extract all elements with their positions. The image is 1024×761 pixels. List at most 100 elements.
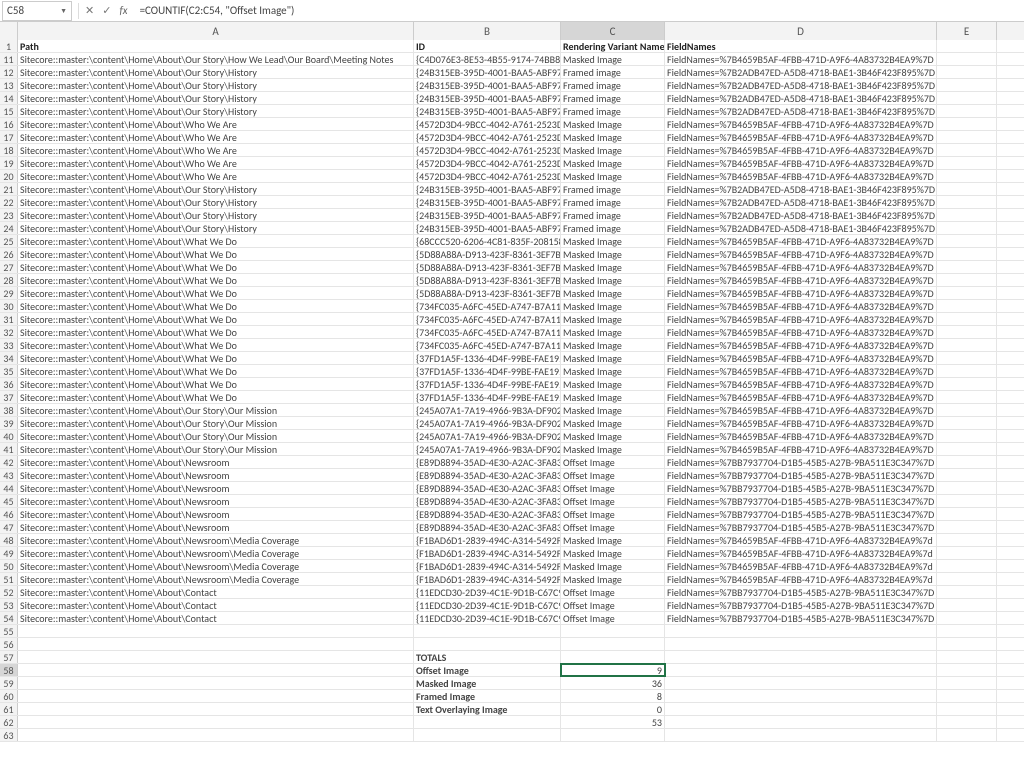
cell[interactable]: {24B315EB-395D-4001-BAA5-ABF97 <box>414 79 561 91</box>
cell[interactable]: Masked Image <box>561 378 665 390</box>
cell[interactable] <box>997 157 1024 169</box>
cell[interactable] <box>937 612 997 624</box>
cell[interactable] <box>937 157 997 169</box>
cell[interactable]: Sitecore::master:\content\Home\About\Who… <box>18 170 414 182</box>
cell[interactable]: FieldNames=%7B4659B5AF-4FBB-471D-A9F6-4A… <box>665 404 937 416</box>
cell[interactable] <box>997 677 1024 689</box>
cell[interactable]: FieldNames=%7B2ADB47ED-A5D8-4718-BAE1-3B… <box>665 92 937 104</box>
cell[interactable]: {245A07A1-7A19-4966-9B3A-DF902 <box>414 443 561 455</box>
cell[interactable]: FieldNames=%7B4659B5AF-4FBB-471D-A9F6-4A… <box>665 235 937 247</box>
cell[interactable] <box>937 235 997 247</box>
cell[interactable]: {68CCC520-6206-4C81-835F-208158 <box>414 235 561 247</box>
cell[interactable]: {E89D8894-35AD-4E30-A2AC-3FA83 <box>414 482 561 494</box>
row-number[interactable]: 20 <box>0 170 18 182</box>
cell[interactable]: Framed image <box>561 183 665 195</box>
cell[interactable]: 53 <box>561 716 665 728</box>
row-number[interactable]: 51 <box>0 573 18 585</box>
cell[interactable]: Sitecore::master:\content\Home\About\Wha… <box>18 235 414 247</box>
cell[interactable]: FieldNames=%7B4659B5AF-4FBB-471D-A9F6-4A… <box>665 352 937 364</box>
cell[interactable]: FieldNames=%7B4659B5AF-4FBB-471D-A9F6-4A… <box>665 144 937 156</box>
cell[interactable] <box>937 521 997 533</box>
cell[interactable] <box>997 508 1024 520</box>
cell[interactable]: Offset Image <box>561 482 665 494</box>
cell[interactable] <box>665 625 937 637</box>
cell[interactable] <box>937 352 997 364</box>
cell[interactable] <box>937 651 997 663</box>
cell[interactable]: {37FD1A5F-1336-4D4F-99BE-FAE19. <box>414 378 561 390</box>
cell[interactable] <box>937 703 997 715</box>
cell[interactable]: FieldNames=%7B4659B5AF-4FBB-471D-A9F6-4A… <box>665 274 937 286</box>
row-number[interactable]: 61 <box>0 703 18 715</box>
cell[interactable]: {24B315EB-395D-4001-BAA5-ABF97 <box>414 209 561 221</box>
cell[interactable] <box>997 547 1024 559</box>
cell[interactable] <box>997 287 1024 299</box>
cell[interactable]: Sitecore::master:\content\Home\About\Wha… <box>18 339 414 351</box>
cell[interactable]: {4572D3D4-9BCC-4042-A761-2523D <box>414 118 561 130</box>
cell[interactable] <box>997 196 1024 208</box>
cell[interactable]: FieldNames=%7B4659B5AF-4FBB-471D-A9F6-4A… <box>665 118 937 130</box>
cell[interactable]: Sitecore::master:\content\Home\About\New… <box>18 547 414 559</box>
row-number[interactable]: 30 <box>0 300 18 312</box>
cell[interactable]: FieldNames=%7B4659B5AF-4FBB-471D-A9F6-4A… <box>665 157 937 169</box>
cell[interactable]: Sitecore::master:\content\Home\About\New… <box>18 456 414 468</box>
row-number[interactable]: 18 <box>0 144 18 156</box>
cell[interactable]: FieldNames=%7B4659B5AF-4FBB-471D-A9F6-4A… <box>665 430 937 442</box>
cell[interactable] <box>937 313 997 325</box>
cell[interactable]: {F1BAD6D1-2839-494C-A314-5492F. <box>414 573 561 585</box>
cell[interactable] <box>414 716 561 728</box>
cell[interactable]: {E89D8894-35AD-4E30-A2AC-3FA83 <box>414 469 561 481</box>
cell[interactable] <box>414 729 561 741</box>
cell[interactable] <box>937 79 997 91</box>
cell[interactable] <box>997 482 1024 494</box>
cell[interactable]: Masked Image <box>561 157 665 169</box>
row-number[interactable]: 16 <box>0 118 18 130</box>
row-number[interactable]: 37 <box>0 391 18 403</box>
cell[interactable] <box>937 586 997 598</box>
col-header-B[interactable]: B <box>414 22 561 40</box>
cell[interactable]: FieldNames=%7B2ADB47ED-A5D8-4718-BAE1-3B… <box>665 183 937 195</box>
cell[interactable]: {734FC035-A6FC-45ED-A747-B7A11 <box>414 300 561 312</box>
cell[interactable]: {E89D8894-35AD-4E30-A2AC-3FA83 <box>414 456 561 468</box>
cell[interactable] <box>997 638 1024 650</box>
cell[interactable]: Sitecore::master:\content\Home\About\Wha… <box>18 378 414 390</box>
row-number[interactable]: 23 <box>0 209 18 221</box>
cell[interactable]: Masked Image <box>561 287 665 299</box>
row-number[interactable]: 59 <box>0 677 18 689</box>
col-header-A[interactable]: A <box>18 22 414 40</box>
cell[interactable] <box>937 53 997 65</box>
cell[interactable] <box>665 664 937 676</box>
cell[interactable]: FieldNames=%7BB7937704-D1B5-45B5-A27B-9B… <box>665 599 937 611</box>
cell[interactable]: FieldNames=%7B4659B5AF-4FBB-471D-A9F6-4A… <box>665 573 937 585</box>
cell[interactable] <box>937 716 997 728</box>
cell[interactable]: Masked Image <box>561 235 665 247</box>
col-header-F[interactable]: F <box>997 22 1024 40</box>
cell[interactable] <box>997 235 1024 247</box>
cell[interactable]: {5D88A88A-D913-423F-8361-3EF7BI <box>414 287 561 299</box>
cell[interactable]: {11EDCD30-2D39-4C1E-9D1B-C67C9 <box>414 586 561 598</box>
cell[interactable]: Sitecore::master:\content\Home\About\New… <box>18 560 414 572</box>
cell[interactable] <box>18 729 414 741</box>
row-number[interactable]: 14 <box>0 92 18 104</box>
row-number[interactable]: 13 <box>0 79 18 91</box>
cell[interactable] <box>665 651 937 663</box>
cell[interactable]: {E89D8894-35AD-4E30-A2AC-3FA83 <box>414 508 561 520</box>
cell[interactable] <box>937 430 997 442</box>
cell[interactable] <box>937 599 997 611</box>
cell[interactable]: {245A07A1-7A19-4966-9B3A-DF902 <box>414 404 561 416</box>
row-number[interactable]: 47 <box>0 521 18 533</box>
cell[interactable]: Masked Image <box>561 391 665 403</box>
cell[interactable]: {37FD1A5F-1336-4D4F-99BE-FAE19. <box>414 352 561 364</box>
cell[interactable]: FieldNames=%7BB7937704-D1B5-45B5-A27B-9B… <box>665 482 937 494</box>
select-all-corner[interactable] <box>0 22 18 40</box>
cell[interactable] <box>997 703 1024 715</box>
cell[interactable] <box>937 92 997 104</box>
cell[interactable]: FieldNames=%7B4659B5AF-4FBB-471D-A9F6-4A… <box>665 300 937 312</box>
cell[interactable]: {4572D3D4-9BCC-4042-A761-2523D <box>414 131 561 143</box>
cell[interactable]: {734FC035-A6FC-45ED-A747-B7A11 <box>414 313 561 325</box>
cell[interactable] <box>937 378 997 390</box>
cell[interactable] <box>937 690 997 702</box>
cell[interactable] <box>18 664 414 676</box>
cell[interactable]: FieldNames=%7B4659B5AF-4FBB-471D-A9F6-4A… <box>665 53 937 65</box>
cell[interactable]: Framed image <box>561 105 665 117</box>
cell[interactable]: FieldNames=%7B2ADB47ED-A5D8-4718-BAE1-3B… <box>665 105 937 117</box>
